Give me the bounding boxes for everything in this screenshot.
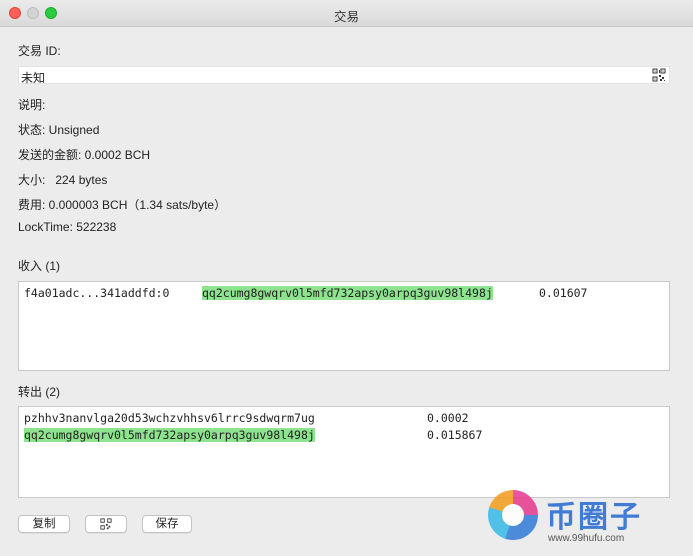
- save-button[interactable]: 保存: [142, 515, 192, 533]
- output-address[interactable]: pzhhv3nanvlga20d53wchzvhhsv6lrrc9sdwqrm7…: [24, 411, 315, 425]
- outputs-header: 转出 (2): [18, 385, 61, 399]
- description-label: 说明:: [18, 98, 46, 112]
- input-address[interactable]: qq2cumg8gwqrv0l5mfd732apsy0arpq3guv98l49…: [202, 286, 493, 300]
- fee-text: 费用: 0.000003 BCH（1.34 sats/byte）: [18, 198, 227, 212]
- watermark-logo-icon: [488, 490, 538, 540]
- show-qr-button[interactable]: [85, 515, 127, 533]
- status-text: 状态: Unsigned: [18, 123, 100, 137]
- window-title: 交易: [333, 10, 359, 24]
- txid-label: 交易 ID:: [18, 44, 61, 58]
- input-prevout: f4a01adc...341addfd:0: [24, 286, 170, 300]
- watermark: 币圈子 www.99hufu.com: [482, 486, 692, 556]
- amount-sent-text: 发送的金额: 0.0002 BCH: [18, 148, 151, 162]
- output-amount: 0.0002: [427, 411, 469, 425]
- input-amount: 0.01607: [539, 286, 588, 300]
- output-amount: 0.015867: [427, 428, 483, 442]
- inputs-header: 收入 (1): [18, 259, 61, 273]
- inputs-list[interactable]: f4a01adc...341addfd:0 qq2cumg8gwqrv0l5mf…: [18, 281, 670, 371]
- txid-value: 未知: [21, 71, 46, 85]
- qr-code-icon[interactable]: [652, 68, 666, 82]
- watermark-text: 币圈子: [546, 500, 642, 535]
- title-bar: 交易: [0, 0, 693, 27]
- watermark-url: www.99hufu.com: [548, 533, 625, 544]
- copy-button[interactable]: 复制: [18, 515, 70, 533]
- output-address[interactable]: qq2cumg8gwqrv0l5mfd732apsy0arpq3guv98l49…: [24, 428, 315, 442]
- txid-field[interactable]: 未知: [18, 66, 670, 85]
- outputs-list[interactable]: pzhhv3nanvlga20d53wchzvhhsv6lrrc9sdwqrm7…: [18, 406, 670, 498]
- locktime-text: LockTime: 522238: [18, 220, 117, 234]
- size-text: 大小: 224 bytes: [18, 173, 108, 187]
- qr-code-icon: [100, 518, 112, 530]
